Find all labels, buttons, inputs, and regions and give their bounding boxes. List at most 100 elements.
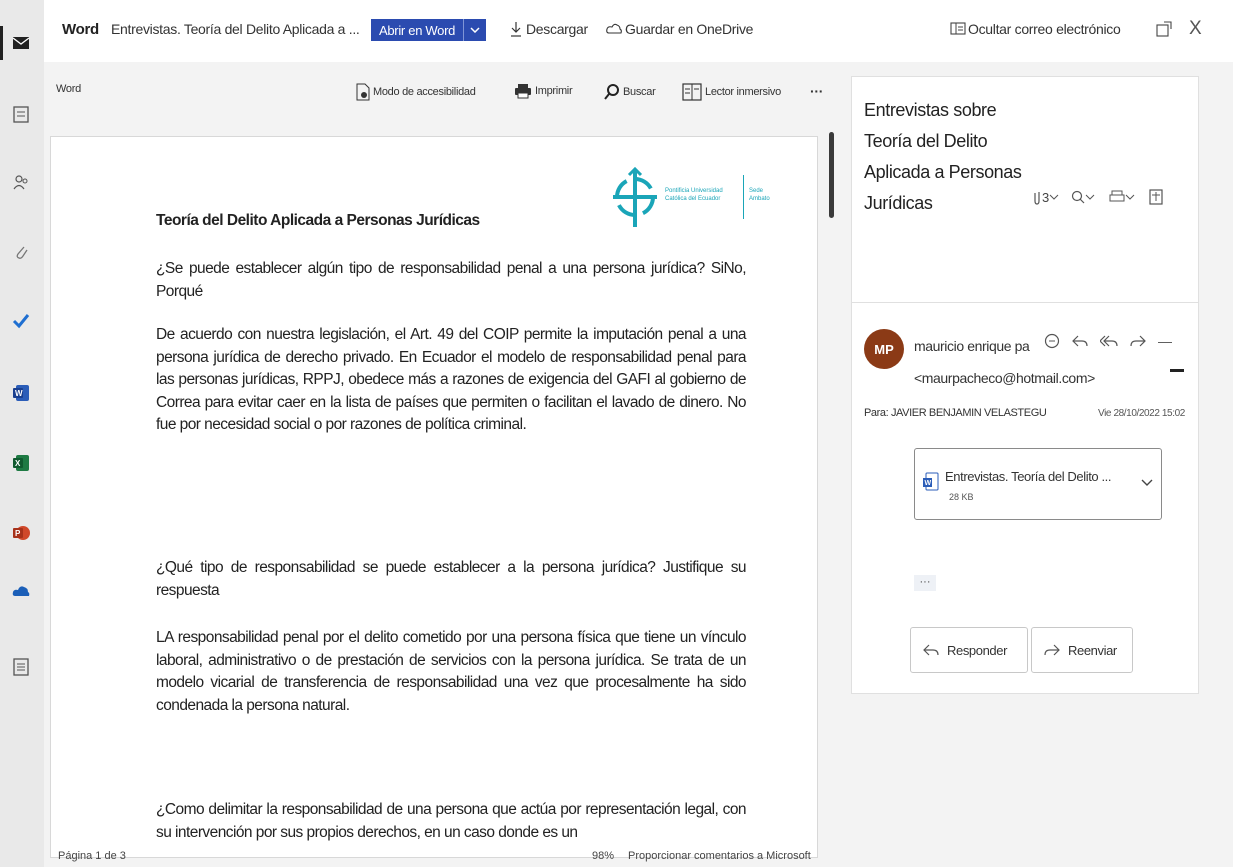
svg-text:W: W <box>15 389 23 398</box>
subject-actions: 3 <box>1032 189 1163 205</box>
zoom-button[interactable] <box>1071 190 1095 204</box>
reaction-icon[interactable] <box>1044 333 1060 349</box>
save-onedrive-button[interactable]: Guardar en OneDrive <box>625 21 753 37</box>
accessibility-mode-button[interactable]: Modo de accesibilidad <box>356 83 476 101</box>
logo-text-campus: Sede Ambato <box>749 188 770 202</box>
reader-icon <box>682 83 702 101</box>
word-file-icon: W <box>923 472 939 491</box>
forward-icon[interactable] <box>1130 334 1146 348</box>
question-3: ¿Como delimitar la responsabilidad de un… <box>156 801 747 841</box>
chevron-down-icon[interactable] <box>463 19 486 41</box>
print-label: Imprimir <box>535 85 573 97</box>
forward-button[interactable]: Reenviar <box>1031 627 1133 673</box>
print-icon <box>1109 190 1125 202</box>
search-button[interactable]: Buscar <box>604 83 656 101</box>
mail-icon[interactable] <box>10 32 32 54</box>
app-rail: W X P <box>0 0 45 867</box>
reply-icon <box>923 644 939 656</box>
university-logo: Pontificia Universidad Católica del Ecua… <box>609 167 799 235</box>
svg-text:X: X <box>15 459 21 468</box>
forward-icon <box>1044 644 1060 656</box>
immersive-reader-button[interactable]: Lector inmersivo <box>682 83 781 101</box>
feedback-link[interactable]: Proporcionar comentarios a Microsoft <box>628 850 811 862</box>
powerpoint-icon[interactable]: P <box>10 522 32 544</box>
document-page: Pontificia Universidad Católica del Ecua… <box>50 136 818 858</box>
question-1: ¿Se puede establecer algún tipo de respo… <box>156 260 747 300</box>
document-title: Entrevistas. Teoría del Delito Aplicada … <box>111 21 360 37</box>
thread-count: 3 <box>1042 189 1050 205</box>
app-name: Word <box>62 21 99 38</box>
forward-label: Reenviar <box>1068 642 1117 658</box>
print-button[interactable]: Imprimir <box>514 83 573 99</box>
excel-icon[interactable]: X <box>10 452 32 474</box>
popout-icon[interactable] <box>1156 21 1172 42</box>
logo-text-university: Pontificia Universidad Católica del Ecua… <box>665 188 723 202</box>
svg-text:P: P <box>15 529 21 538</box>
status-bar: Página 1 de 3 98% Proporcionar comentari… <box>44 845 844 867</box>
reply-all-icon[interactable] <box>1100 334 1118 348</box>
sender-name[interactable]: mauricio enrique pa <box>914 338 1030 354</box>
search-icon <box>604 84 619 100</box>
search-label: Buscar <box>623 86 656 98</box>
logo-divider <box>743 175 744 219</box>
active-indicator <box>0 26 3 60</box>
print-icon <box>515 84 531 99</box>
hide-email-icon <box>950 22 966 41</box>
chevron-down-icon <box>1049 194 1059 200</box>
subject-card: Entrevistas sobre Teoría del Delito Apli… <box>851 76 1199 304</box>
more-options-button[interactable]: ··· <box>810 83 823 99</box>
open-in-word-button[interactable]: Abrir en Word <box>371 19 487 41</box>
message-date: Vie 28/10/2022 15:02 <box>1098 408 1185 419</box>
avatar[interactable]: MP <box>864 329 904 369</box>
immersive-view-button[interactable] <box>1149 189 1163 205</box>
close-button[interactable]: X <box>1189 18 1202 40</box>
accessibility-icon <box>356 83 370 101</box>
paperclip-icon <box>1034 192 1040 205</box>
attachment-card[interactable]: W Entrevistas. Teoría del Delito ... 28 … <box>914 448 1162 520</box>
download-button[interactable]: Descargar <box>526 21 588 37</box>
word-icon[interactable]: W <box>10 382 32 404</box>
zoom-level[interactable]: 98% <box>592 850 614 862</box>
reply-label: Responder <box>947 642 1007 658</box>
immersive-icon <box>1149 189 1163 205</box>
collapse-icon[interactable] <box>1170 369 1184 372</box>
reply-icon[interactable] <box>1072 334 1088 348</box>
people-icon[interactable] <box>10 172 32 194</box>
todo-icon[interactable] <box>10 310 32 332</box>
open-in-word-label: Abrir en Word <box>379 22 456 38</box>
answer-2: LA responsabilidad penal por el delito c… <box>156 629 747 714</box>
question-2: ¿Qué tipo de responsabilidad se puede es… <box>156 559 747 599</box>
cloud-icon <box>606 22 622 41</box>
recipient: Para: JAVIER BENJAMIN VELASTEGU <box>864 407 1047 419</box>
thread-count-button[interactable]: 3 <box>1032 189 1059 205</box>
hide-email-button[interactable]: Ocultar correo electrónico <box>968 21 1121 37</box>
chevron-down-icon[interactable] <box>1141 479 1153 487</box>
more-actions-icon[interactable]: — <box>1158 333 1172 349</box>
attach-icon[interactable] <box>10 241 32 263</box>
reader-label: Lector inmersivo <box>705 86 781 98</box>
chevron-down-icon <box>1085 194 1095 200</box>
document-scrollbar[interactable] <box>829 132 834 218</box>
zoom-icon <box>1072 190 1085 204</box>
show-more-button[interactable]: ··· <box>914 575 936 591</box>
download-icon <box>510 21 522 42</box>
top-bar: Word Entrevistas. Teoría del Delito Apli… <box>44 0 1233 62</box>
sender-email: <maurpacheco@hotmail.com> <box>914 370 1095 386</box>
message-actions: — <box>1044 333 1172 349</box>
document-toolbar: Word Modo de accesibilidad Imprimir Busc… <box>44 75 844 115</box>
chevron-down-icon <box>1125 194 1135 200</box>
svg-text:W: W <box>925 480 932 487</box>
attachment-size: 28 KB <box>949 492 974 502</box>
word-label: Word <box>56 83 81 95</box>
onedrive-icon[interactable] <box>10 580 32 602</box>
accessibility-label: Modo de accesibilidad <box>373 86 476 98</box>
attachment-name: Entrevistas. Teoría del Delito ... <box>945 469 1112 484</box>
print-email-button[interactable] <box>1109 190 1135 204</box>
page-indicator: Página 1 de 3 <box>58 850 126 862</box>
answer-1: De acuerdo con nuestra legislación, el A… <box>156 326 747 433</box>
reply-button[interactable]: Responder <box>910 627 1028 673</box>
calendar-icon[interactable] <box>10 103 32 125</box>
apps-icon[interactable] <box>10 656 32 678</box>
email-subject: Entrevistas sobre Teoría del Delito Apli… <box>864 100 1022 213</box>
message-card: MP mauricio enrique pa — <maurpacheco@ho… <box>851 302 1199 694</box>
